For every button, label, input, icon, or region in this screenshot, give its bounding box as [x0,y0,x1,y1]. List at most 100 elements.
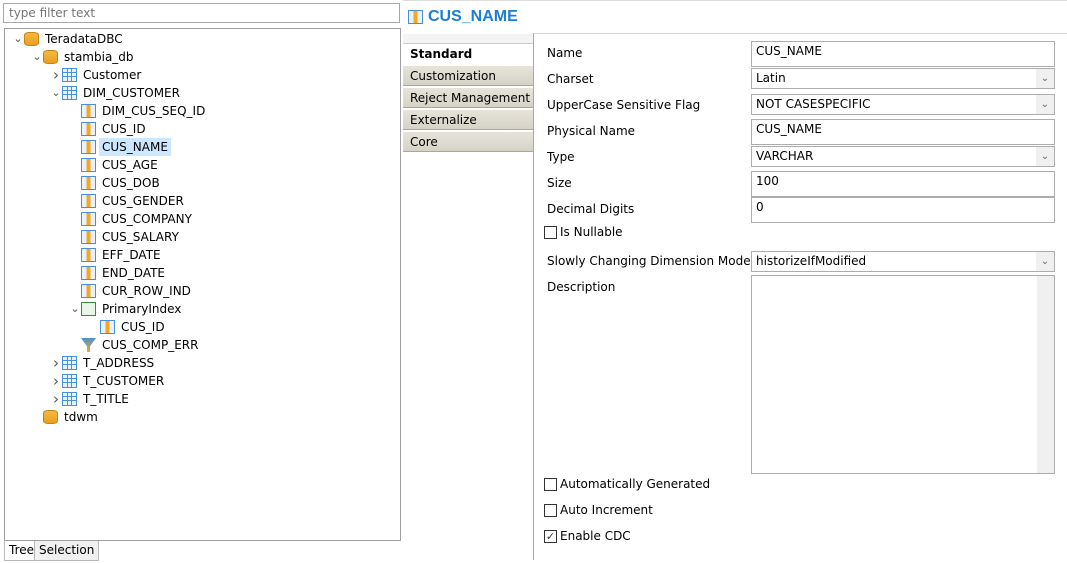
charset-value: Latin [756,71,786,85]
charset-label: Charset [547,72,594,86]
type-label: Type [547,150,575,164]
checkmark-icon: ✓ [545,530,556,543]
column-icon [81,266,96,280]
table-icon [62,374,77,388]
tree-item[interactable]: ⌄ TeradataDBC [5,30,400,48]
chevron-right-icon[interactable]: › [51,372,61,390]
type-value: VARCHAR [756,149,814,163]
name-input[interactable]: CUS_NAME [751,41,1055,67]
uppercase-select[interactable]: NOT CASESPECIFIC ⌄ [751,94,1055,115]
tree-item[interactable]: tdwm [5,408,400,426]
column-icon [81,104,96,118]
tree-item[interactable]: ⌄ DIM_CUSTOMER [5,84,400,102]
table-icon [62,68,77,82]
tree-item-label: stambia_db [64,50,134,64]
scd-mode-value: historizeIfModified [756,254,867,268]
auto-generated-label: Automatically Generated [560,477,711,491]
column-icon [81,122,96,136]
tab-externalize[interactable]: Externalize [403,109,533,130]
description-textarea[interactable] [751,275,1055,474]
tree-item-label: CUS_GENDER [102,194,184,208]
tree-item[interactable]: CUS_NAME [5,138,400,156]
tree-item-label: DIM_CUSTOMER [83,86,180,100]
tree-item-label: tdwm [64,410,98,424]
physical-name-input[interactable]: CUS_NAME [751,119,1055,145]
chevron-down-icon: ⌄ [1036,95,1054,114]
decimal-digits-input[interactable]: 0 [751,197,1055,223]
tree-item[interactable]: ⌄ PrimaryIndex [5,300,400,318]
tree-item[interactable]: › T_CUSTOMER [5,372,400,390]
tab-standard[interactable]: Standard [403,44,533,65]
tree-item[interactable]: CUS_ID [5,318,400,336]
chevron-right-icon[interactable]: › [51,390,61,408]
chevron-right-icon[interactable]: › [51,354,61,372]
chevron-right-icon[interactable]: › [51,66,61,84]
uppercase-value: NOT CASESPECIFIC [756,97,871,111]
tree-item-label: CUS_AGE [102,158,158,172]
is-nullable-checkbox[interactable] [544,226,557,239]
tree-item-label: CUS_COMPANY [102,212,192,226]
size-label: Size [547,176,572,190]
tree-item-label: DIM_CUS_SEQ_ID [102,104,206,118]
scrollbar[interactable] [1037,276,1054,473]
size-input[interactable]: 100 [751,171,1055,197]
tree-item-label: CUS_ID [121,320,165,334]
decimal-digits-label: Decimal Digits [547,202,635,216]
tab-core[interactable]: Core [403,131,533,152]
tree-view[interactable]: ⌄ TeradataDBC ⌄ stambia_db › Customer ⌄ DIM_CUS… [4,28,401,541]
chevron-down-icon: ⌄ [1036,252,1054,271]
table-icon [62,356,77,370]
tree-item[interactable]: › T_ADDRESS [5,354,400,372]
table-icon [62,86,77,100]
charset-select[interactable]: Latin ⌄ [751,68,1055,89]
auto-increment-checkbox[interactable] [544,504,557,517]
name-label: Name [547,46,583,60]
tree-item-label: T_ADDRESS [83,356,155,370]
schema-icon [43,50,58,64]
tree-item[interactable]: CUS_ID [5,120,400,138]
tree-item[interactable]: CUS_COMP_ERR [5,336,400,354]
tab-selection[interactable]: Selection [34,541,100,561]
chevron-down-icon[interactable]: ⌄ [51,84,61,102]
enable-cdc-label: Enable CDC [560,529,631,543]
tree-item-label: T_CUSTOMER [83,374,165,388]
tree-item[interactable]: ⌄ stambia_db [5,48,400,66]
tree-item[interactable]: CUS_GENDER [5,192,400,210]
filter-icon [81,338,96,352]
auto-generated-checkbox[interactable] [544,478,557,491]
tree-item-label: CUS_DOB [102,176,160,190]
tree-item-label: CUS_SALARY [102,230,179,244]
enable-cdc-checkbox[interactable]: ✓ [544,530,557,543]
chevron-down-icon[interactable]: ⌄ [70,300,80,318]
chevron-down-icon[interactable]: ⌄ [32,48,42,66]
tree-item[interactable]: DIM_CUS_SEQ_ID [5,102,400,120]
tab-customization[interactable]: Customization [403,65,533,86]
tree-item-label: CUR_ROW_IND [102,284,191,298]
tree-item[interactable]: CUS_SALARY [5,228,400,246]
chevron-down-icon: ⌄ [1036,147,1054,166]
tab-spacer [403,33,533,44]
tree-item-label: Customer [83,68,142,82]
chevron-down-icon[interactable]: ⌄ [13,30,23,48]
tree-item[interactable]: END_DATE [5,264,400,282]
tree-item[interactable]: › T_TITLE [5,390,400,408]
auto-increment-label: Auto Increment [560,503,653,517]
tab-reject-management[interactable]: Reject Management [403,87,533,108]
tree-item-label: CUS_NAME [99,138,171,156]
tree-item[interactable]: CUS_COMPANY [5,210,400,228]
tree-item-label: TeradataDBC [45,32,123,46]
tree-item-label: PrimaryIndex [102,302,182,316]
tree-item[interactable]: CUS_AGE [5,156,400,174]
tree-item[interactable]: › Customer [5,66,400,84]
tree-item[interactable]: CUR_ROW_IND [5,282,400,300]
tree-item[interactable]: EFF_DATE [5,246,400,264]
is-nullable-label: Is Nullable [560,225,623,239]
filter-input[interactable] [3,3,400,23]
tree-item[interactable]: CUS_DOB [5,174,400,192]
primary-index-icon [81,302,96,316]
scd-mode-select[interactable]: historizeIfModified ⌄ [751,251,1055,272]
type-select[interactable]: VARCHAR ⌄ [751,146,1055,167]
column-icon [408,10,423,24]
physical-name-label: Physical Name [547,124,636,138]
editor-title: CUS_NAME [428,8,518,25]
